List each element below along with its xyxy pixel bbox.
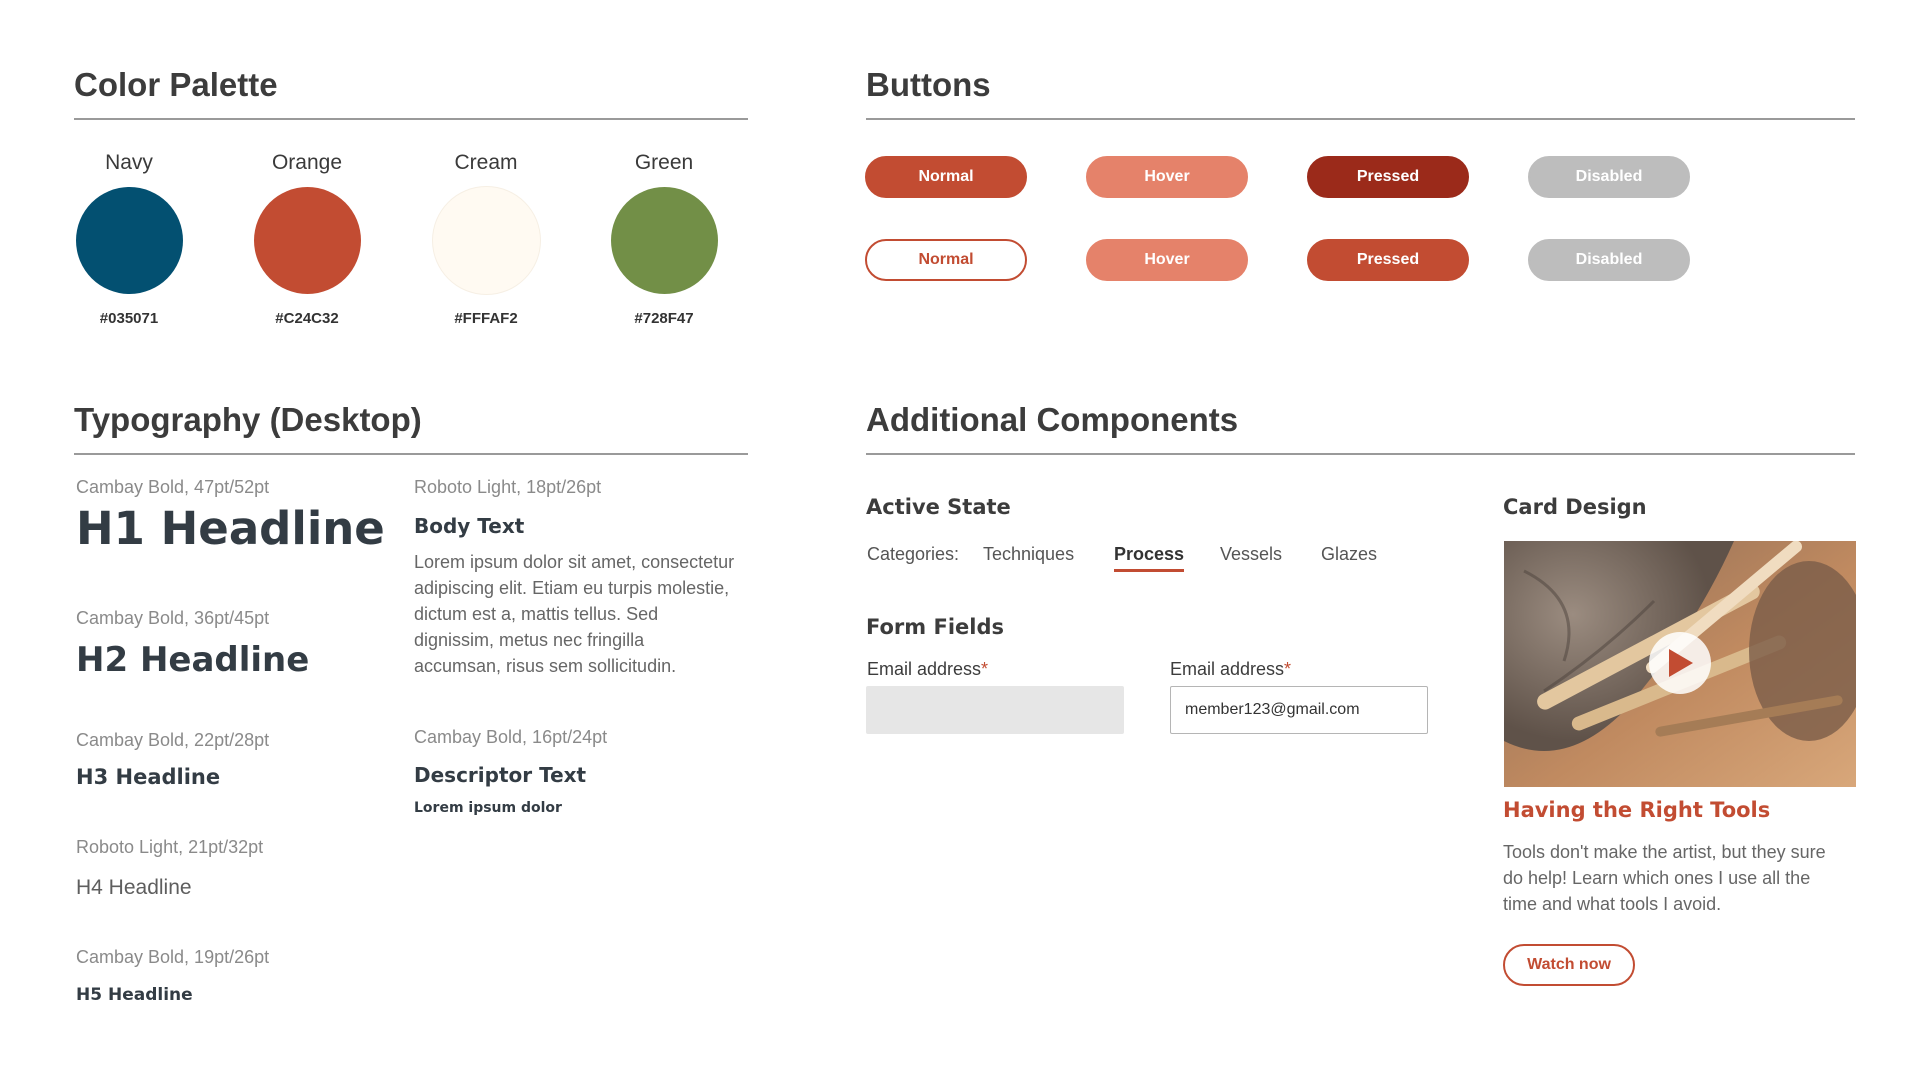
category-process[interactable]: Process: [1114, 544, 1185, 572]
email-label-empty: Email address*: [867, 659, 988, 680]
h1-spec: Cambay Bold, 47pt/52pt: [76, 477, 270, 497]
body-sample: Lorem ipsum dolor sit amet, consectetur …: [414, 549, 754, 679]
swatch-navy: Navy #035071: [75, 151, 183, 327]
descriptor-sample: Lorem ipsum dolor: [414, 800, 562, 816]
card-image[interactable]: [1504, 541, 1856, 787]
swatch-name: Cream: [454, 151, 518, 174]
category-techniques[interactable]: Techniques: [983, 544, 1074, 565]
categories-label: Categories:: [867, 544, 960, 564]
swatch-orange: Orange #C24C32: [253, 151, 361, 327]
play-triangle: [1669, 649, 1693, 677]
card-line: Tools don't make the artist, but they su…: [1503, 842, 1826, 862]
h3-sample: H3 Headline: [76, 765, 221, 789]
email-field-empty[interactable]: [866, 686, 1124, 734]
h4-sample: H4 Headline: [76, 876, 192, 899]
card-title[interactable]: Having the Right Tools: [1503, 798, 1770, 822]
buttons-title: Buttons: [866, 66, 991, 103]
h5-spec: Cambay Bold, 19pt/26pt: [76, 947, 270, 967]
swatch-green: Green #728F47: [610, 151, 718, 327]
button-pressed-outline[interactable]: Pressed: [1307, 239, 1469, 281]
card-line: time and what tools I avoid.: [1503, 894, 1722, 914]
buttons-divider: [866, 118, 1855, 120]
form-fields-title: Form Fields: [866, 615, 1004, 639]
descriptor-heading: Descriptor Text: [414, 763, 587, 787]
h4-spec: Roboto Light, 21pt/32pt: [76, 837, 264, 857]
email-field-filled[interactable]: [1170, 686, 1428, 734]
h1-sample: H1 Headline: [76, 502, 385, 555]
play-icon[interactable]: [1649, 632, 1711, 694]
components-title: Additional Components: [866, 401, 1239, 438]
card-description: Tools don't make the artist, but they su…: [1503, 839, 1863, 917]
swatch-cream: Cream #FFFAF2: [432, 151, 540, 327]
swatch-circle: [75, 187, 183, 294]
color-palette-divider: [74, 118, 748, 120]
swatch-name: Navy: [105, 151, 153, 174]
email-label-text: Email address: [867, 659, 982, 679]
body-line: accumsan, risus sem sollicitudin.: [414, 656, 677, 676]
body-line: dignissim, metus nec fringilla: [414, 630, 645, 650]
button-disabled-outline[interactable]: Disabled: [1528, 239, 1690, 281]
swatch-circle: [610, 187, 718, 294]
email-label-text: Email address: [1170, 659, 1285, 679]
h3-spec: Cambay Bold, 22pt/28pt: [76, 730, 270, 750]
required-mark: *: [1284, 659, 1292, 679]
card-line: do help! Learn which ones I use all the: [1503, 868, 1811, 888]
watch-now-button[interactable]: Watch now: [1503, 944, 1635, 986]
button-normal-outline[interactable]: Normal: [865, 239, 1027, 281]
typography-divider: [74, 453, 748, 455]
category-vessels[interactable]: Vessels: [1220, 544, 1282, 565]
body-line: adipiscing elit. Etiam eu turpis molesti…: [414, 578, 730, 598]
swatch-hex: #035071: [99, 310, 159, 327]
h2-sample: H2 Headline: [76, 640, 310, 680]
color-palette-title: Color Palette: [74, 66, 278, 103]
active-state-title: Active State: [866, 495, 1011, 519]
swatch-hex: #C24C32: [275, 310, 339, 327]
swatch-hex: #728F47: [634, 310, 694, 327]
components-divider: [866, 453, 1855, 455]
button-hover-filled[interactable]: Hover: [1086, 156, 1248, 198]
h5-sample: H5 Headline: [76, 985, 193, 1005]
card-design-title: Card Design: [1503, 495, 1647, 519]
swatch-name: Orange: [271, 151, 343, 174]
swatch-circle: [253, 187, 361, 294]
required-mark: *: [981, 659, 989, 679]
swatch-hex: #FFFAF2: [454, 310, 518, 327]
button-disabled-filled[interactable]: Disabled: [1528, 156, 1690, 198]
button-hover-outline[interactable]: Hover: [1086, 239, 1248, 281]
body-line: dictum est a, mattis tellus. Sed: [414, 604, 659, 624]
body-heading: Body Text: [414, 514, 525, 538]
body-line: Lorem ipsum dolor sit amet, consectetur: [414, 552, 735, 572]
email-label-filled: Email address*: [1170, 659, 1291, 680]
body-spec: Roboto Light, 18pt/26pt: [414, 477, 602, 497]
typography-title: Typography (Desktop): [74, 401, 422, 438]
descriptor-spec: Cambay Bold, 16pt/24pt: [414, 727, 608, 747]
swatch-circle: [432, 187, 540, 294]
swatch-name: Green: [634, 151, 694, 174]
h2-spec: Cambay Bold, 36pt/45pt: [76, 608, 270, 628]
category-glazes[interactable]: Glazes: [1321, 544, 1377, 565]
button-normal-filled[interactable]: Normal: [865, 156, 1027, 198]
button-pressed-filled[interactable]: Pressed: [1307, 156, 1469, 198]
